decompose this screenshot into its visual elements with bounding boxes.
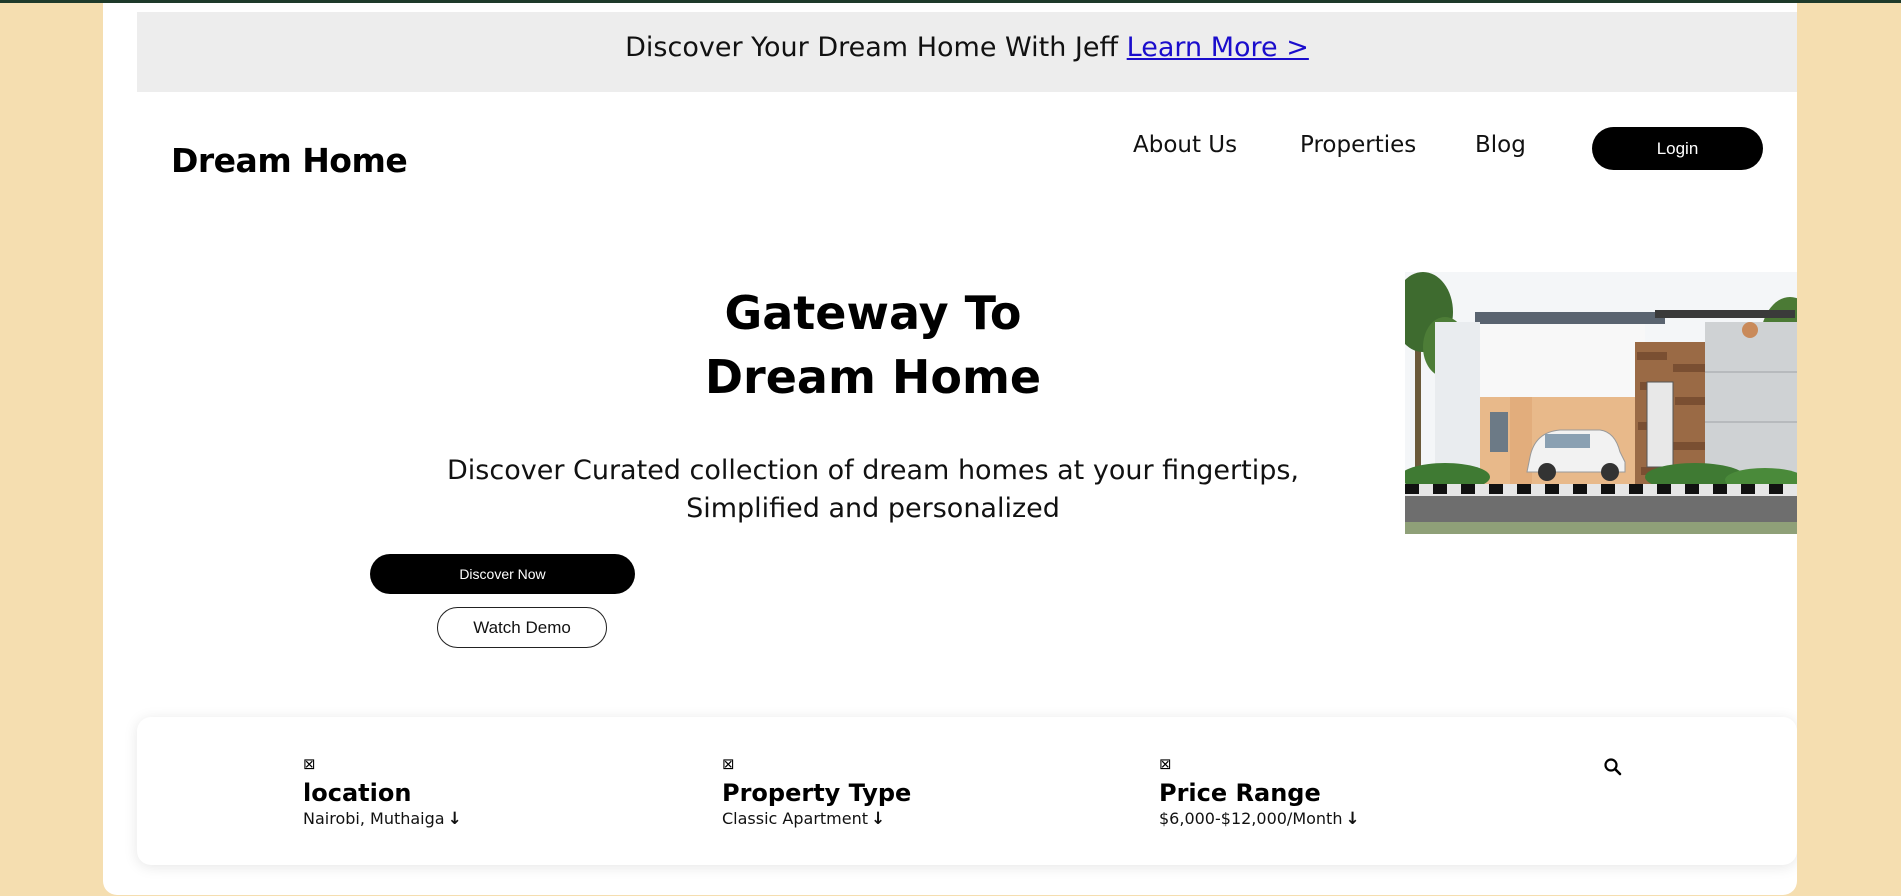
- arrow-down-icon: ↓: [447, 809, 462, 829]
- property-type-dropdown[interactable]: Classic Apartment ↓: [722, 809, 885, 829]
- announcement-text-row: Discover Your Dream Home With Jeff Learn…: [137, 32, 1797, 63]
- house-photo: [1405, 272, 1797, 534]
- house-illustration: [1405, 272, 1797, 534]
- arrow-down-icon: ↓: [1345, 809, 1360, 829]
- brand-logo[interactable]: Dream Home: [171, 141, 408, 180]
- price-range-dropdown[interactable]: $6,000-$12,000/Month ↓: [1159, 809, 1360, 829]
- location-field[interactable]: ⊠ location Nairobi, Muthaiga ↓: [303, 755, 462, 829]
- property-search-card: ⊠ location Nairobi, Muthaiga ↓ ⊠ Property…: [137, 717, 1797, 865]
- hero-title-line2: Dream Home: [704, 350, 1042, 404]
- announcement-text: Discover Your Dream Home With Jeff: [625, 32, 1119, 63]
- property-type-value: Classic Apartment: [722, 809, 869, 828]
- discover-now-button[interactable]: Discover Now: [370, 554, 635, 594]
- price-range-icon: ⊠: [1159, 755, 1172, 773]
- nav-properties[interactable]: Properties: [1300, 132, 1416, 158]
- price-range-value: $6,000-$12,000/Month: [1159, 809, 1343, 828]
- search-icon[interactable]: [1603, 757, 1623, 777]
- hero-subtitle: Discover Curated collection of dream hom…: [373, 452, 1373, 528]
- hero-title-line1: Gateway To: [724, 286, 1022, 340]
- watch-demo-button[interactable]: Watch Demo: [437, 607, 607, 648]
- arrow-down-icon: ↓: [871, 809, 886, 829]
- hero-subtitle-line2: Simplified and personalized: [686, 493, 1060, 524]
- page-container: Discover Your Dream Home With Jeff Learn…: [103, 3, 1797, 895]
- price-range-field[interactable]: ⊠ Price Range $6,000-$12,000/Month ↓: [1159, 755, 1360, 829]
- price-range-label: Price Range: [1159, 779, 1321, 807]
- property-type-field[interactable]: ⊠ Property Type Classic Apartment ↓: [722, 755, 911, 829]
- location-value: Nairobi, Muthaiga: [303, 809, 445, 828]
- property-type-icon: ⊠: [722, 755, 735, 773]
- location-dropdown[interactable]: Nairobi, Muthaiga ↓: [303, 809, 462, 829]
- hero-title: Gateway To Dream Home: [473, 281, 1273, 409]
- hero-subtitle-line1: Discover Curated collection of dream hom…: [447, 455, 1299, 486]
- location-icon: ⊠: [303, 755, 316, 773]
- nav-blog[interactable]: Blog: [1475, 132, 1526, 158]
- property-type-label: Property Type: [722, 779, 912, 807]
- announcement-bar: Discover Your Dream Home With Jeff Learn…: [137, 12, 1797, 92]
- learn-more-link[interactable]: Learn More >: [1127, 32, 1309, 63]
- nav-about-us[interactable]: About Us: [1133, 132, 1237, 158]
- location-label: location: [303, 779, 412, 807]
- login-button[interactable]: Login: [1592, 127, 1763, 170]
